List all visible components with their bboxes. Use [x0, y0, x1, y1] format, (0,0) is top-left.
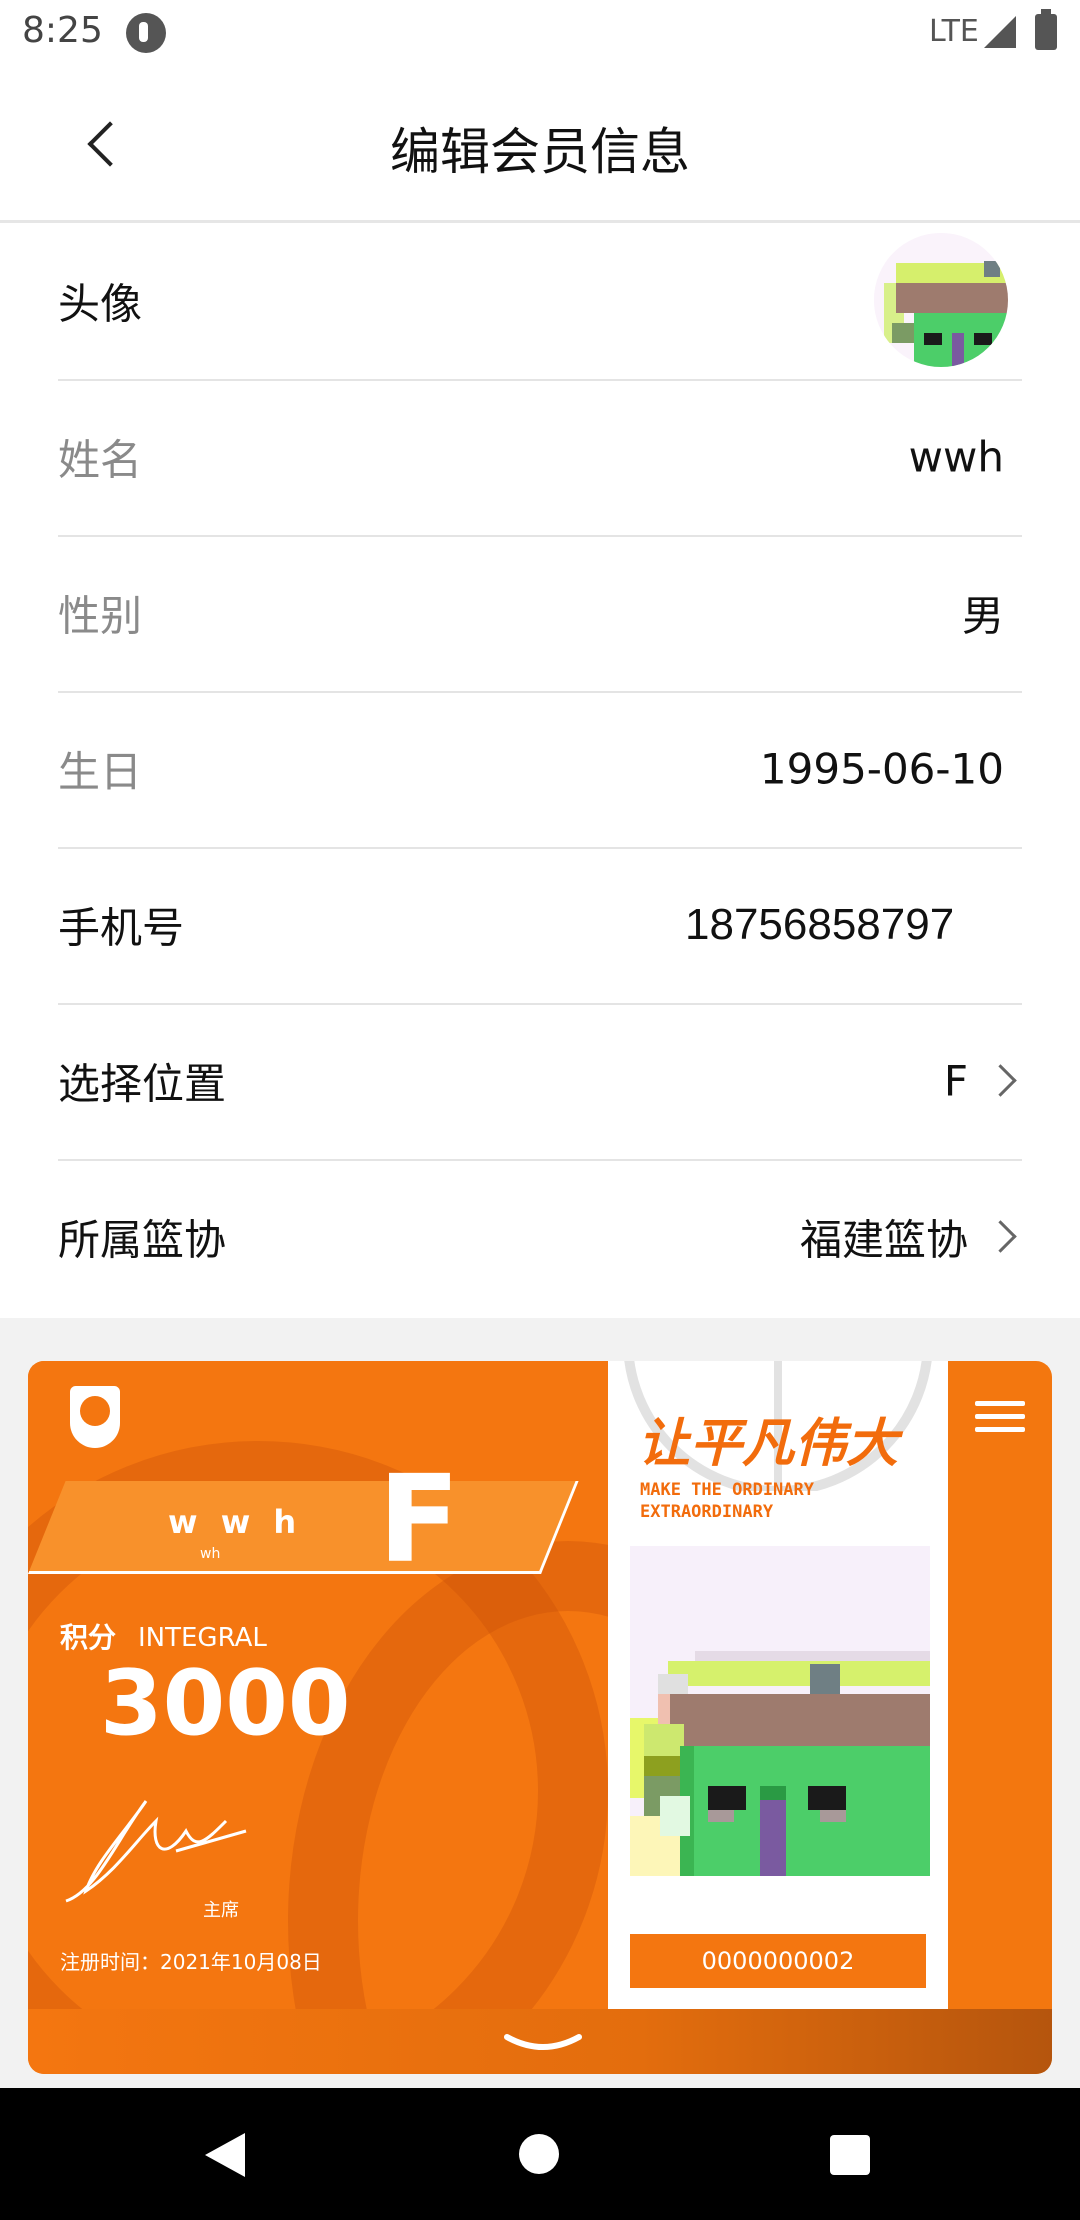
slogan-en: MAKE THE ORDINARY EXTRAORDINARY — [640, 1479, 814, 1523]
phone-label: 手机号 — [58, 903, 185, 953]
member-info-form: 头像 姓名 wwh 性别 男 生日 1995-06-10 手机号 1875685… — [0, 223, 1080, 1318]
name-value: wwh — [908, 432, 1004, 482]
association-badge-icon — [70, 1386, 120, 1448]
register-date: 注册时间：2021年10月08日 — [60, 1950, 322, 1974]
gender-label: 性别 — [58, 591, 143, 641]
gender-row: 性别 男 — [58, 535, 1022, 693]
battery-icon — [1035, 9, 1057, 50]
slogan-en-line-1: MAKE THE ORDINARY — [640, 1480, 814, 1500]
gender-value: 男 — [961, 591, 1004, 641]
system-nav-bar — [0, 2088, 1080, 2220]
association-value: 福建篮协 — [799, 1215, 968, 1265]
chevron-down-icon[interactable] — [503, 2027, 583, 2057]
card-name-small: wh — [200, 1546, 221, 1562]
integral-label-en: INTEGRAL — [138, 1623, 267, 1653]
position-label: 选择位置 — [58, 1059, 227, 1109]
home-circle-icon[interactable] — [519, 2134, 559, 2174]
signal-icon — [984, 16, 1016, 48]
integral-value: 3000 — [100, 1651, 351, 1756]
menu-icon[interactable] — [975, 1401, 1025, 1439]
birthday-label: 生日 — [58, 747, 143, 797]
integral-label: 积分 — [60, 1621, 117, 1654]
association-label: 所属篮协 — [58, 1215, 227, 1265]
back-triangle-icon[interactable] — [205, 2133, 245, 2177]
recents-square-icon[interactable] — [830, 2135, 870, 2175]
top-app-bar: 编辑会员信息 — [0, 66, 1080, 223]
name-ribbon — [28, 1481, 579, 1574]
member-photo — [630, 1546, 930, 1876]
card-position: F — [378, 1451, 460, 1590]
app-notification-icon — [126, 13, 166, 53]
avatar-row[interactable]: 头像 — [58, 223, 1022, 381]
chairman-label: 主席 — [203, 1900, 239, 1921]
chairman-signature — [65, 1800, 247, 1903]
position-row[interactable]: 选择位置 F — [58, 1003, 1022, 1161]
avatar-label: 头像 — [58, 279, 143, 329]
card-photo-panel: 让平凡伟大 MAKE THE ORDINARY EXTRAORDINARY 00… — [608, 1361, 948, 2011]
slogan: 让平凡伟大 — [638, 1414, 899, 1474]
member-card: w w h wh F 积分 INTEGRAL 3000 主席 注册时间：2021… — [28, 1361, 1052, 2074]
status-time: 8:25 — [22, 10, 103, 51]
phone-input[interactable] — [683, 899, 987, 951]
status-bar: 8:25 LTE — [0, 0, 1080, 66]
card-footer — [28, 2009, 1052, 2074]
birthday-value: 1995-06-10 — [759, 744, 1004, 794]
card-info-panel: w w h wh F 积分 INTEGRAL 3000 主席 注册时间：2021… — [28, 1361, 608, 2011]
name-label: 姓名 — [58, 435, 143, 485]
chevron-right-icon — [984, 1220, 1017, 1253]
association-row[interactable]: 所属篮协 福建篮协 — [58, 1159, 1022, 1315]
phone-row: 手机号 — [58, 847, 1022, 1005]
network-type: LTE — [929, 14, 979, 49]
slogan-en-line-2: EXTRAORDINARY — [640, 1502, 774, 1522]
avatar[interactable] — [874, 233, 1008, 367]
name-row: 姓名 wwh — [58, 379, 1022, 537]
member-id: 0000000002 — [630, 1934, 926, 1988]
position-value: F — [943, 1056, 968, 1106]
card-name: w w h — [168, 1503, 303, 1541]
chevron-right-icon — [984, 1064, 1017, 1097]
page-title: 编辑会员信息 — [390, 123, 690, 181]
birthday-row: 生日 1995-06-10 — [58, 691, 1022, 849]
